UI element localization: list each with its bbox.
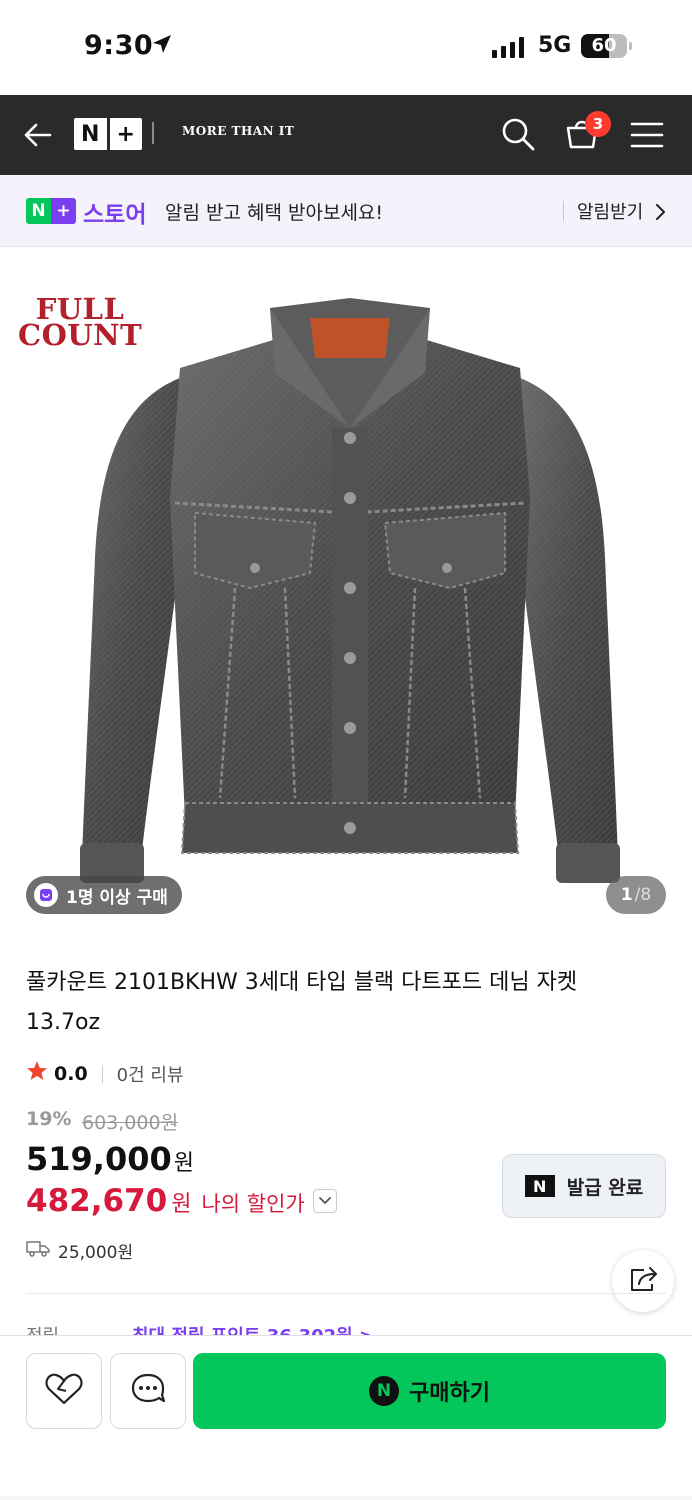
sale-price-unit: 원 — [173, 1151, 194, 1176]
chat-bubble-icon — [130, 1372, 166, 1410]
battery-icon: 60 — [581, 34, 632, 58]
bottom-action-bar: N 구매하기 — [0, 1335, 692, 1500]
banner-message: 알림 받고 혜택 받아보세요! — [165, 202, 384, 224]
location-arrow-icon — [152, 34, 172, 58]
product-title: 풀카운트 2101BKHW 3세대 타입 블랙 다트포드 데님 자켓 13.7o… — [26, 970, 578, 1035]
shipping-fee: 25,000원 — [58, 1243, 134, 1263]
image-counter: 1 /8 — [606, 876, 666, 914]
my-discount-label: 나의 할인가 — [201, 1192, 305, 1216]
battery-level: 60 — [591, 35, 617, 56]
image-counter-total: /8 — [634, 885, 652, 905]
original-price: 603,000원 — [82, 1112, 179, 1134]
section-divider — [26, 1293, 666, 1294]
header-divider — [152, 122, 154, 144]
share-button[interactable] — [612, 1250, 674, 1312]
chevron-right-icon — [654, 203, 666, 225]
buyer-count-badge: 1명 이상 구매 — [26, 876, 182, 914]
heart-icon — [44, 1372, 84, 1410]
search-icon[interactable] — [500, 116, 536, 156]
store-label: 스토어 — [83, 202, 147, 228]
store-logo-n: N — [26, 198, 51, 224]
back-arrow-icon[interactable] — [22, 119, 54, 155]
review-count-link[interactable]: 0건 리뷰 — [117, 1061, 184, 1087]
nplus-store-logo: N + — [26, 198, 76, 224]
rating-divider — [101, 1064, 103, 1083]
my-price-value: 482,670 — [26, 1183, 168, 1219]
status-time: 9:30 — [84, 30, 154, 61]
denim-jacket-image — [80, 298, 620, 883]
brand-tagline: MORE THAN IT — [182, 124, 295, 138]
notify-button[interactable]: 알림받기 — [577, 198, 643, 224]
sale-price: 519,000원 — [26, 1140, 194, 1178]
top-header: N + MORE THAN IT 3 — [0, 95, 692, 175]
buy-now-label: 구매하기 — [409, 1381, 490, 1406]
coupon-issued-button[interactable]: N 발급 완료 — [502, 1154, 666, 1218]
image-counter-current: 1 — [620, 885, 633, 905]
my-discount-price[interactable]: 482,670 원 나의 할인가 — [26, 1183, 337, 1219]
buy-now-button[interactable]: N 구매하기 — [193, 1353, 666, 1429]
store-logo-plus: + — [51, 198, 76, 224]
store-notify-banner[interactable]: N + 스토어 알림 받고 혜택 받아보세요! 알림받기 — [0, 175, 692, 247]
hamburger-menu-icon[interactable] — [630, 121, 664, 153]
nplus-logo[interactable]: N + — [74, 118, 142, 150]
status-bar: 9:30 5G 60 — [0, 0, 692, 95]
wishlist-button[interactable] — [26, 1353, 102, 1429]
cellular-signal-icon — [492, 36, 524, 58]
points-label: 적립 — [26, 1322, 59, 1336]
delivery-truck-icon — [26, 1239, 50, 1262]
nplus-logo-plus: + — [106, 118, 143, 150]
my-price-unit: 원 — [171, 1192, 192, 1217]
network-type: 5G — [538, 33, 572, 58]
naver-pay-icon: N — [369, 1376, 400, 1406]
naver-n-icon: N — [524, 1175, 555, 1197]
product-image-carousel[interactable]: FULL COUNT 1명 이상 구매 1 /8 — [0, 248, 692, 940]
chevron-down-icon[interactable] — [312, 1189, 337, 1213]
talk-chat-button[interactable] — [110, 1353, 186, 1429]
points-row[interactable]: 적립 최대 적립 포인트 36,302원 > — [26, 1322, 526, 1336]
shipping-info: 25,000원 — [26, 1238, 133, 1263]
shopping-bag-icon — [34, 883, 58, 907]
cart-count-badge: 3 — [585, 111, 611, 137]
nplus-logo-n: N — [81, 121, 100, 147]
coupon-label: 발급 완료 — [566, 1176, 644, 1199]
banner-divider — [563, 201, 564, 221]
points-value[interactable]: 최대 적립 포인트 36,302원 > — [132, 1322, 374, 1336]
sale-price-value: 519,000 — [26, 1140, 172, 1178]
home-indicator — [0, 1496, 692, 1500]
star-icon — [26, 1060, 48, 1087]
rating-row[interactable]: 0.0 0건 리뷰 — [26, 1060, 184, 1087]
buyer-count-text: 1명 이상 구매 — [66, 887, 168, 908]
discount-rate: 19% — [26, 1108, 72, 1130]
rating-score: 0.0 — [54, 1062, 88, 1085]
